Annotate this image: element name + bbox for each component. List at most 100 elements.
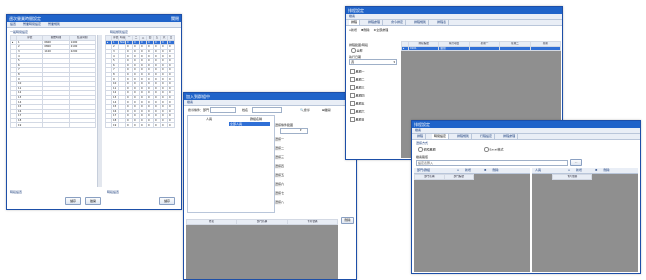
menu-item-file[interactable]: 檔案	[415, 128, 421, 133]
checkbox-icon	[350, 85, 355, 90]
weekday-checkbox[interactable]: 星期三	[350, 85, 365, 90]
menu-item-file[interactable]: 檔案	[349, 14, 355, 19]
menu-bar: 檔案	[184, 100, 356, 106]
window-title: 排程設定	[414, 122, 430, 127]
table-row[interactable]: 19 0 0 0 0 0 0 0	[105, 122, 175, 128]
weekday-label: 星期五	[355, 101, 365, 106]
mode-section-label: 選擇方式	[416, 141, 429, 145]
checkbox-icon	[350, 109, 355, 114]
weekday-checkbox[interactable]: 星期日	[350, 117, 365, 122]
table-cell[interactable]: 0	[160, 122, 168, 128]
name-input[interactable]	[252, 107, 282, 113]
person-delete-button[interactable]: ✖ 刪除	[592, 168, 613, 173]
tab-assign[interactable]: 會今排定	[389, 20, 407, 25]
table-cell[interactable]	[42, 122, 70, 128]
weekday-checkbox[interactable]: 星期二	[350, 77, 365, 82]
table-cell[interactable]: 0	[167, 122, 175, 128]
right-section-title: 時段類別設定	[110, 30, 129, 34]
checkbox-icon	[350, 69, 355, 74]
tab-itinerary[interactable]: 行程設定	[478, 134, 496, 139]
selected-group-row[interactable]: 全部人員	[229, 122, 270, 126]
browse-button[interactable]: ...	[570, 159, 582, 166]
tab-strip: 排程 時間設定 排程規則 行程設定 排程處理	[412, 134, 640, 140]
person-column-header: 人員	[206, 117, 213, 121]
file-path-input[interactable]: 設定表匯入	[416, 160, 568, 166]
tab-rules[interactable]: 排程規則	[412, 20, 430, 25]
tab-processing[interactable]: 排程處理	[366, 20, 384, 25]
dept-new-button[interactable]: ▫ 新增	[454, 168, 474, 173]
table-cell[interactable]	[68, 122, 97, 128]
save-button[interactable]: 儲存	[65, 197, 81, 205]
right-footer-label: 時段設置	[107, 190, 120, 194]
col-department[interactable]: 部門名稱	[236, 219, 288, 225]
process-all-button[interactable]: ⚙全部處理	[374, 28, 389, 32]
department-panel-title: 部門/群組	[417, 168, 431, 172]
left-grid-scrollbar[interactable]	[97, 35, 102, 187]
file-path-label: 檔案路徑	[416, 155, 429, 159]
tab-table[interactable]: 排程表	[435, 20, 450, 25]
person-list-panel: 人員 群組名稱 全部人員	[187, 115, 275, 213]
exit-link[interactable]: ⊠離開	[322, 108, 331, 112]
table-cell[interactable]: 0	[125, 122, 133, 128]
table-cell[interactable]: 0	[153, 122, 161, 128]
menu-item-file[interactable]: 檔案	[187, 100, 193, 105]
dept-delete-button[interactable]: ✖ 刪除	[481, 168, 502, 173]
col-dept-id[interactable]: 部門編號	[443, 174, 474, 180]
delete-icon: ✖	[595, 168, 598, 172]
delete-button[interactable]: ✖刪除	[361, 28, 370, 32]
weekday-label: 星期日	[355, 117, 365, 122]
menu-item-business-rules[interactable]: 營業規則	[48, 22, 60, 27]
search-button[interactable]: 🔍搜尋	[300, 108, 310, 112]
col-name[interactable]: 姓名	[185, 219, 238, 225]
table-cell[interactable]	[118, 122, 126, 128]
exit-button[interactable]: 離開	[85, 197, 101, 205]
col-dept-name[interactable]: 部門名稱	[414, 174, 445, 180]
screenshot-canvas: { "w1": { "title": "週次營業時間設定", "close": …	[0, 0, 646, 280]
checkbox-icon	[350, 117, 355, 122]
tab-time-settings[interactable]: 時間設定	[432, 134, 450, 139]
person-new-button[interactable]: ▫ 新增	[565, 168, 585, 173]
window-title: 週次營業時間設定	[9, 16, 41, 21]
tab-processing[interactable]: 排程處理	[501, 134, 519, 139]
checkbox-icon	[350, 93, 355, 98]
radio-icon	[351, 48, 356, 53]
delete-button[interactable]: 刪除	[341, 217, 354, 224]
table-row[interactable]: 19	[10, 122, 97, 128]
col-card-number[interactable]: 卡片號碼	[286, 219, 339, 225]
window-title: 加入到群組中	[186, 94, 210, 99]
weekday-checkbox[interactable]: 星期四	[350, 93, 365, 98]
excel-format-radio[interactable]: Excel格式	[484, 147, 503, 152]
option-divider: ———	[275, 177, 281, 179]
table-cell[interactable]: 0	[132, 122, 140, 128]
by-weekday-radio[interactable]: 依照星期	[418, 147, 436, 152]
window-title-bar: 週次營業時間設定 關閉	[7, 15, 181, 22]
department-group-panel: 部門/群組 ▫ 新增 ✖ 刪除 部門名稱 部門編號	[414, 168, 530, 272]
close-button[interactable]: 關閉	[171, 15, 179, 22]
window-title-bar: 排程設定	[346, 7, 562, 14]
search-condition-label: 搜尋條件：部門	[188, 108, 210, 112]
weekday-checkbox[interactable]: 星期六	[350, 109, 365, 114]
option-divider: ———	[275, 204, 281, 206]
menu-item-business-hours[interactable]: 營業時間設定	[23, 22, 41, 27]
right-save-button[interactable]: 儲存	[159, 197, 175, 205]
tab-schedule[interactable]: 排程	[349, 20, 361, 25]
new-button[interactable]: ▫新增	[349, 28, 357, 32]
time-grid: 序號 開始時間 結束時間 ▸ 1 0600 1400 2 0800 2100 3 1100 2200 4 5…	[10, 35, 97, 128]
group-column-header: 群組名稱	[250, 117, 263, 121]
tab-schedule[interactable]: 排程	[415, 134, 427, 139]
condition-dropdown[interactable]	[280, 128, 308, 134]
weekday-checkbox[interactable]: 星期五	[350, 101, 365, 106]
weekday-checkbox[interactable]: 星期一	[350, 69, 365, 74]
table-cell[interactable]: 0	[146, 122, 154, 128]
col-card-number[interactable]: 卡片號碼	[552, 174, 592, 180]
period-select[interactable]: 週 ▾	[349, 59, 397, 65]
department-input[interactable]	[210, 107, 236, 113]
table-row[interactable]: ▸ 0101 關閉	[401, 45, 562, 52]
menu-item-settings[interactable]: 設置	[10, 22, 16, 27]
table-cell[interactable]: 0	[139, 122, 147, 128]
dropdown-arrow-icon[interactable]: ▾	[300, 128, 302, 132]
all-radio[interactable]: 全部	[351, 48, 363, 53]
table-cell[interactable]: 19	[111, 122, 119, 128]
tab-rules[interactable]: 排程規則	[455, 134, 473, 139]
table-cell[interactable]: 19	[15, 122, 44, 128]
